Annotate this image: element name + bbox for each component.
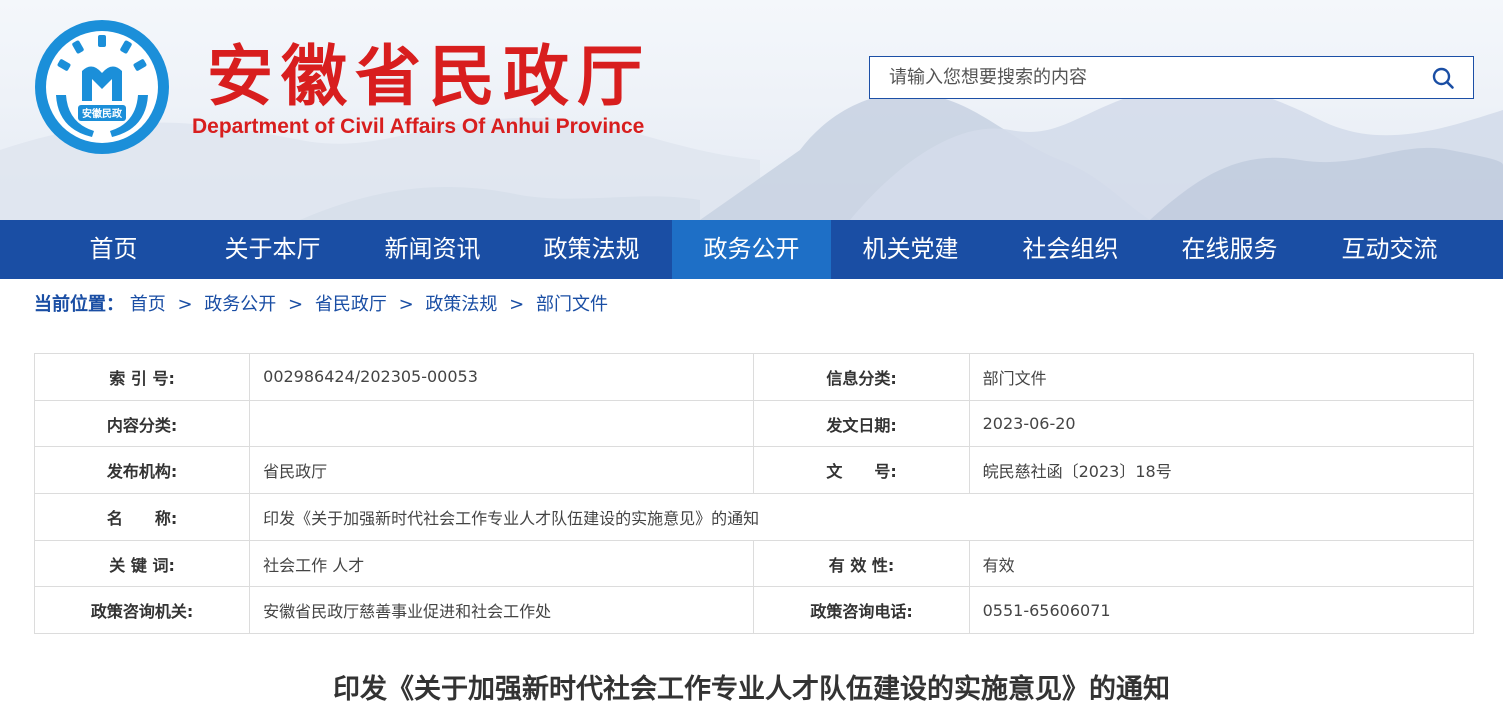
consult-tel-value: 0551-65606071 [968,586,1475,635]
table-row: 政策咨询机关: 安徽省民政厅慈善事业促进和社会工作处 政策咨询电话: 0551-… [33,586,1475,635]
nav-item-policy[interactable]: 政策法规 [512,220,671,279]
consult-org-label: 政策咨询机关: [33,586,251,635]
keywords-label: 关 键 词: [33,539,251,588]
validity-value: 有效 [968,539,1475,588]
consult-org-value: 安徽省民政厅慈善事业促进和社会工作处 [249,586,755,635]
document-info-table: 索 引 号: 002986424/202305-00053 信息分类: 部门文件… [33,353,1475,635]
content-category-label: 内容分类: [33,399,251,448]
nav-item-news[interactable]: 新闻资讯 [353,220,512,279]
doc-number-label: 文 号: [753,446,970,495]
nav-item-social-orgs[interactable]: 社会组织 [991,220,1150,279]
site-title-cn: 安徽省民政厅 [207,38,651,115]
consult-tel-label: 政策咨询电话: [753,586,970,635]
breadcrumb-separator: > [177,294,193,315]
search-input[interactable] [870,57,1420,98]
validity-label: 有 效 性: [753,539,970,588]
nav-item-interaction[interactable]: 互动交流 [1310,220,1469,279]
doc-number-value: 皖民慈社函〔2023〕18号 [968,446,1475,495]
table-row: 发布机构: 省民政厅 文 号: 皖民慈社函〔2023〕18号 [33,446,1475,495]
search-box [869,56,1474,99]
nav-item-about[interactable]: 关于本厅 [193,220,352,279]
doc-name-value: 印发《关于加强新时代社会工作专业人才队伍建设的实施意见》的通知 [249,493,1474,541]
nav-item-party-building[interactable]: 机关党建 [831,220,990,279]
site-header: 安徽民政 安徽省民政厅 Department of Civil Affairs … [0,0,1503,220]
breadcrumb-separator: > [398,294,414,315]
issue-date-value: 2023-06-20 [968,399,1475,448]
breadcrumb-label: 当前位置： [34,294,124,315]
table-row: 名 称: 印发《关于加强新时代社会工作专业人才队伍建设的实施意见》的通知 [33,493,1474,541]
nav-item-home[interactable]: 首页 [34,220,193,279]
category-value: 部门文件 [968,353,1475,401]
index-value: 002986424/202305-00053 [249,353,755,401]
breadcrumb-department[interactable]: 省民政厅 [315,294,387,315]
main-nav: 首页 关于本厅 新闻资讯 政策法规 政务公开 机关党建 社会组织 在线服务 互动… [0,220,1503,279]
table-row: 内容分类: 发文日期: 2023-06-20 [33,399,1475,448]
index-label: 索 引 号: [33,353,251,401]
breadcrumb-separator: > [288,294,304,315]
breadcrumb-department-files[interactable]: 部门文件 [536,294,608,315]
nav-item-government-affairs[interactable]: 政务公开 [672,220,831,279]
logo-text: 安徽民政 [82,107,123,120]
breadcrumb-government-affairs[interactable]: 政务公开 [204,294,276,315]
content-category-value [249,399,755,448]
table-row: 索 引 号: 002986424/202305-00053 信息分类: 部门文件 [33,353,1475,401]
search-icon[interactable] [1431,66,1455,90]
breadcrumb-home[interactable]: 首页 [130,294,166,315]
issue-date-label: 发文日期: [753,399,970,448]
breadcrumb: 当前位置： 首页 > 政务公开 > 省民政厅 > 政策法规 > 部门文件 [34,293,608,317]
breadcrumb-policy[interactable]: 政策法规 [425,294,497,315]
category-label: 信息分类: [753,353,970,401]
doc-name-label: 名 称: [33,493,251,541]
logo-emblem: 安徽民政 [35,20,169,154]
issuing-org-value: 省民政厅 [249,446,755,495]
nav-item-online-service[interactable]: 在线服务 [1150,220,1309,279]
keywords-value: 社会工作 人才 [249,539,755,588]
document-title: 印发《关于加强新时代社会工作专业人才队伍建设的实施意见》的通知 [333,674,1170,705]
table-row: 关 键 词: 社会工作 人才 有 效 性: 有效 [33,539,1475,588]
issuing-org-label: 发布机构: [33,446,251,495]
breadcrumb-separator: > [509,294,525,315]
site-title-en: Department of Civil Affairs Of Anhui Pro… [192,115,645,138]
